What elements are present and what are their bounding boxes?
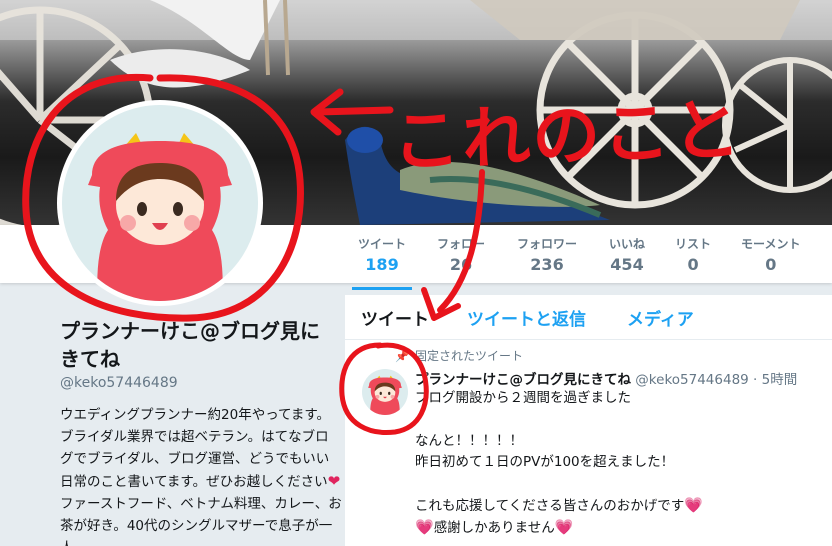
tweet-line: なんと！！！！！	[415, 432, 523, 449]
pin-icon: 📌	[395, 350, 409, 363]
timeline: ツイート ツイートと返信 メディア 📌 固定されたツイート プランナーけこ@ブロ…	[345, 295, 832, 546]
stat-label: いいね	[609, 237, 646, 251]
tab-tweets[interactable]: ツイート	[361, 305, 429, 330]
profile-name[interactable]: プランナーけこ@ブログ見にきてね	[60, 317, 330, 373]
stat-label: フォロワー	[517, 237, 578, 251]
stat-followers[interactable]: フォロワー 236	[517, 235, 577, 274]
bio-text: ウエディングプランナー約20年やってます。ブライダル業界では超ベテラン。はてなブ…	[60, 407, 331, 490]
tweet-line	[415, 410, 825, 431]
stat-value: 236	[530, 255, 564, 274]
tab-tweets-and-replies[interactable]: ツイートと返信	[467, 305, 586, 330]
stat-value: 26	[449, 255, 473, 274]
stat-value: 189	[365, 255, 399, 274]
stat-value: 454	[610, 255, 644, 274]
heart-icon: 💗	[684, 495, 703, 514]
profile-handle[interactable]: @keko57446489	[60, 375, 178, 391]
timeline-tabs: ツイート ツイートと返信 メディア	[345, 295, 832, 340]
tweet-line-text: これも応援してくださる皆さんのおかげです	[415, 497, 685, 514]
stat-label: リスト	[675, 237, 712, 251]
stat-likes[interactable]: いいね 454	[609, 235, 645, 274]
tab-media[interactable]: メディア	[627, 305, 694, 330]
tweet-line: これも応援してくださる皆さんのおかげです💗	[415, 495, 825, 518]
tweet-separator: ·	[753, 372, 758, 388]
tweet-line: 昨日初めて１日のPVが100を超えました！	[415, 454, 675, 470]
stat-label: モーメント	[741, 237, 801, 251]
stat-value: 0	[687, 255, 699, 274]
tweet-text: ブログ開設から２週間を過ぎました なんと！！！！！ 昨日初めて１日のPVが100…	[415, 388, 825, 540]
tweet-line: 💗感謝しかありません💗	[415, 517, 825, 540]
profile-bio: ウエディングプランナー約20年やってます。ブライダル業界では超ベテラン。はてなブ…	[60, 404, 342, 546]
heart-icon: 💗	[415, 518, 434, 536]
tweet-line	[415, 474, 825, 495]
tweet-author-handle[interactable]: @keko57446489	[635, 372, 748, 388]
tweet-line-text: 感謝しかありません	[433, 520, 555, 536]
stat-moments[interactable]: モーメント 0	[741, 235, 801, 274]
bio-text: ファーストフード、ベトナム料理、カレー、お茶が好き。40代のシングルマザーで息子…	[60, 496, 342, 546]
avatar-character-icon	[88, 133, 232, 301]
tweet-header: プランナーけこ@ブログ見にきてね @keko57446489 · 5時間	[415, 368, 797, 388]
heart-icon: ❤	[327, 472, 341, 490]
tweet-avatar[interactable]	[362, 369, 408, 415]
profile-avatar[interactable]	[57, 100, 263, 306]
stat-label: ツイート	[358, 237, 407, 251]
stat-label: フォロー	[437, 237, 486, 251]
heart-icon: 💗	[554, 518, 574, 536]
pinned-tweet-label: 固定されたツイート	[415, 349, 524, 363]
tweet-timestamp[interactable]: 5時間	[762, 372, 798, 388]
stat-value: 0	[765, 255, 777, 274]
stat-lists[interactable]: リスト 0	[675, 235, 711, 274]
stat-tweets[interactable]: ツイート 189	[351, 235, 413, 290]
twitter-profile-page: ツイート 189 フォロー 26 フォロワー 236 いいね 454 リスト 0…	[0, 0, 832, 546]
tweet-author-name[interactable]: プランナーけこ@ブログ見にきてね	[415, 372, 631, 388]
annotation-text: これのこと	[390, 90, 744, 183]
tweet-line: ブログ開設から２週間を過ぎました	[415, 390, 631, 406]
stat-following[interactable]: フォロー 26	[437, 235, 485, 274]
avatar-character-icon	[368, 375, 402, 415]
